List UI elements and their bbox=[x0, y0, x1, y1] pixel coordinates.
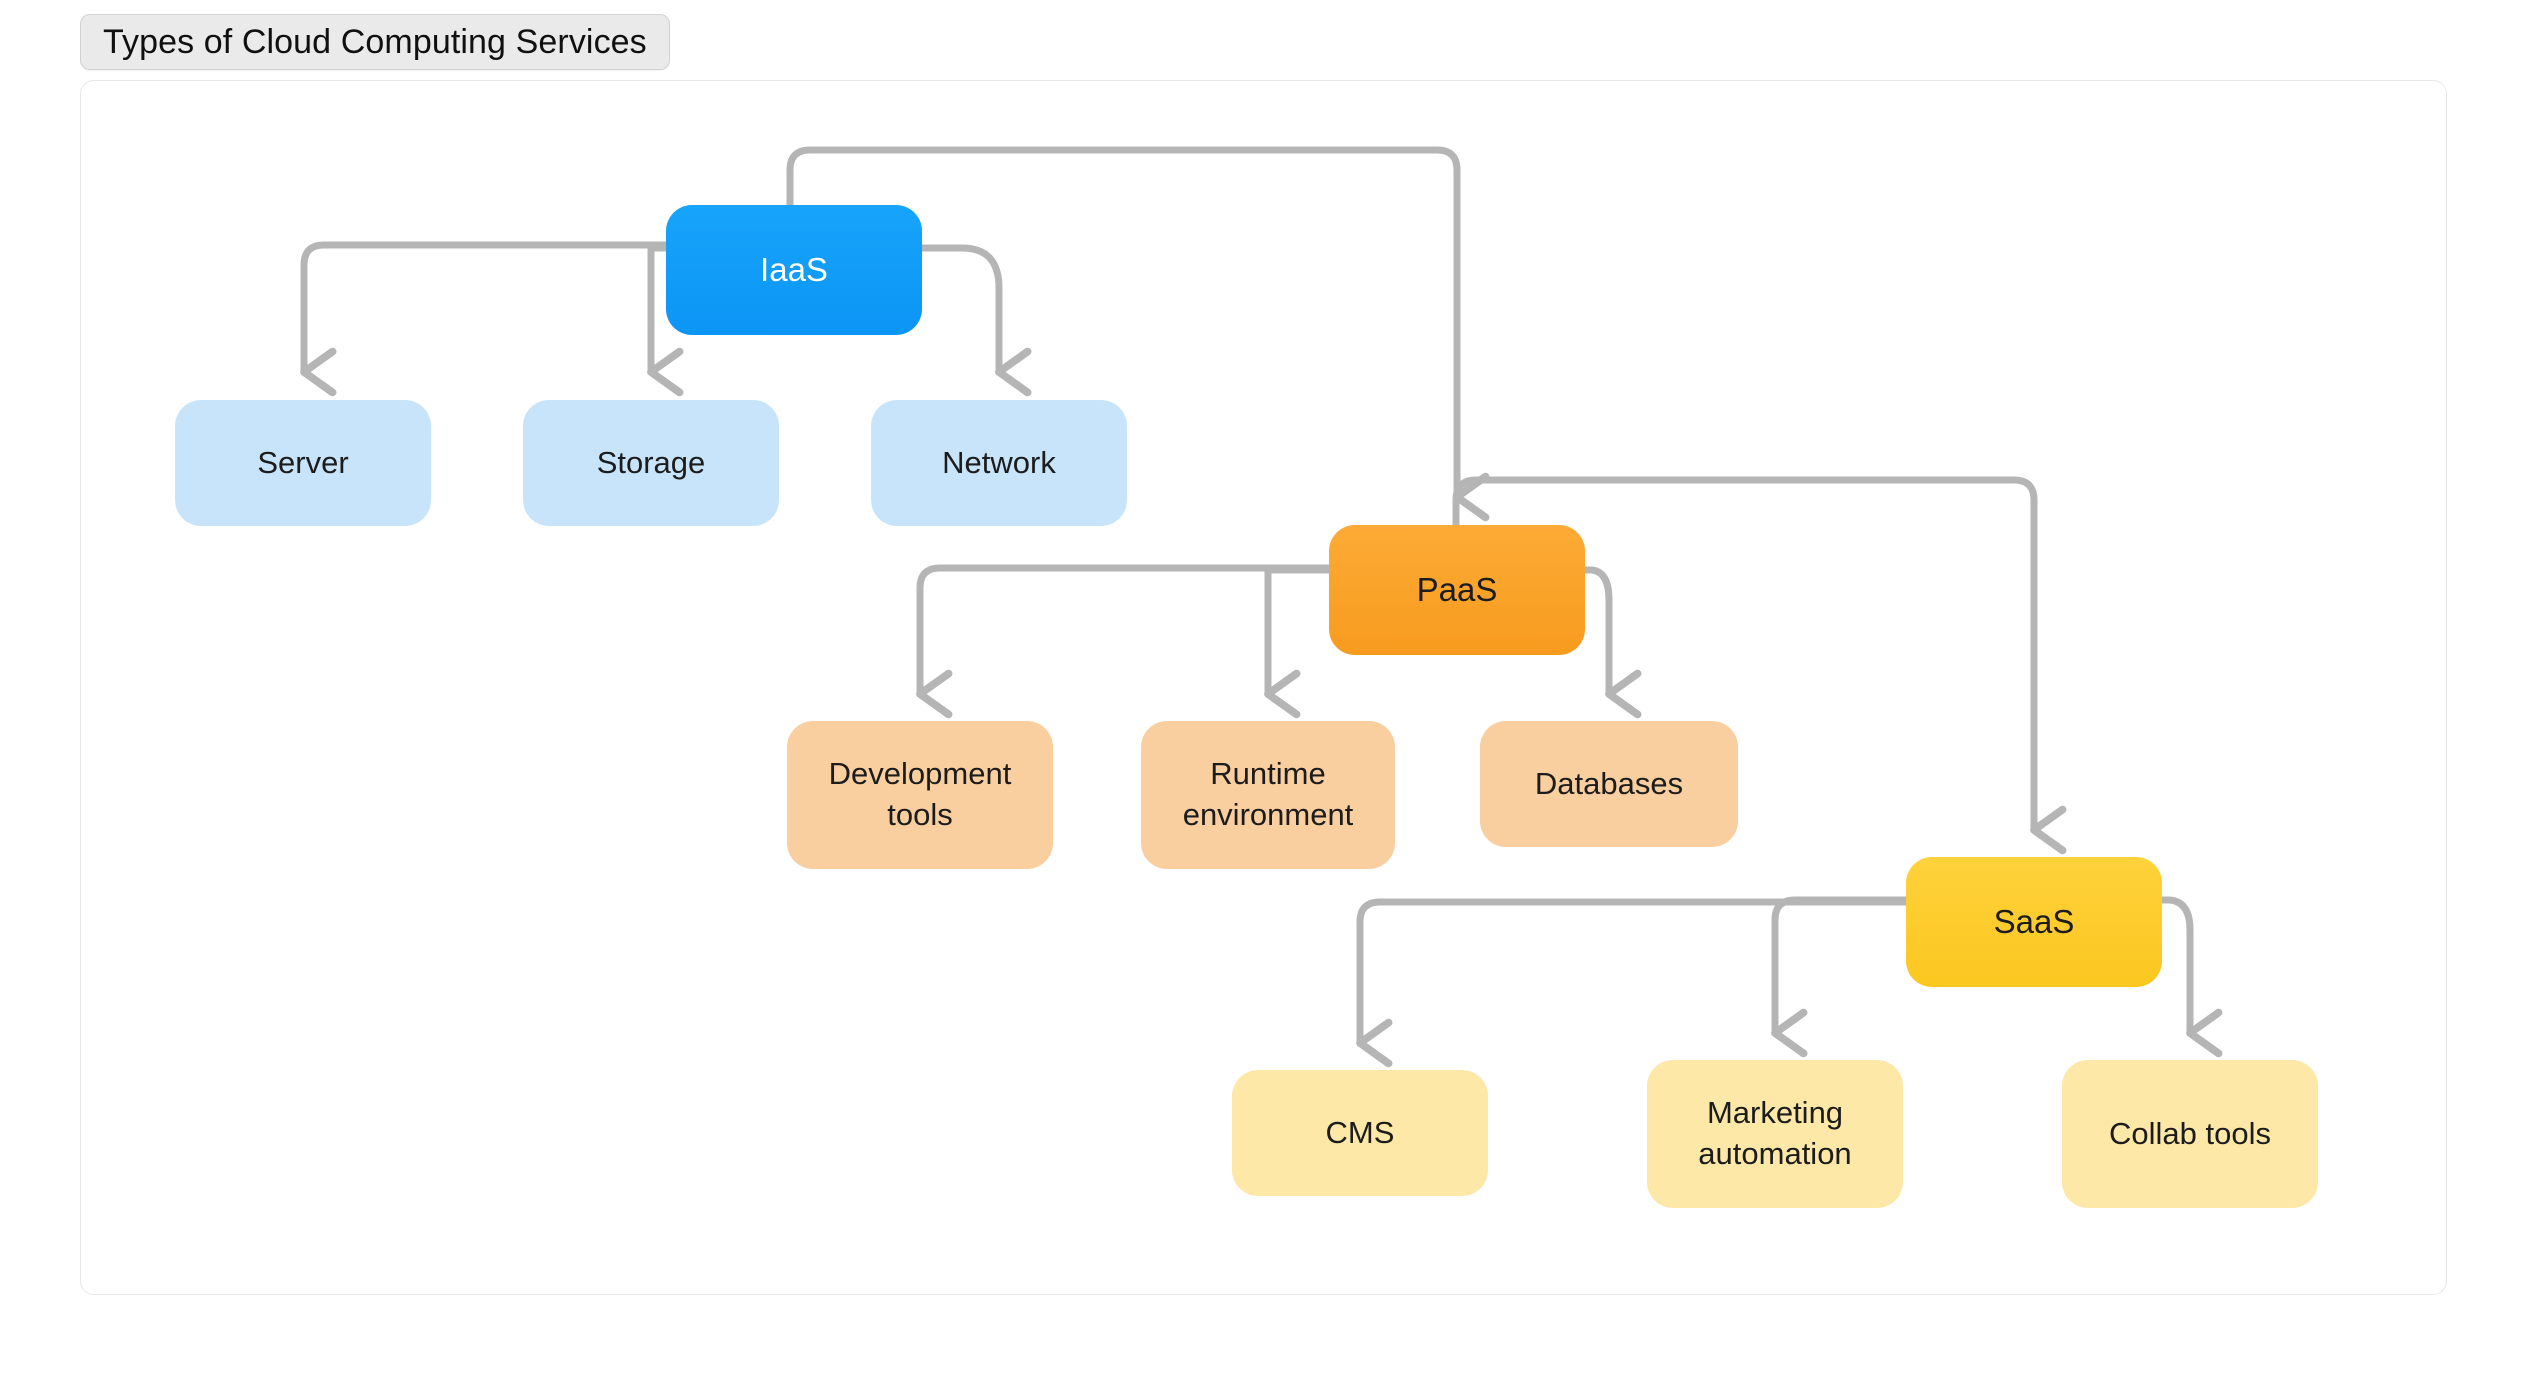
node-label-databases: Databases bbox=[1534, 765, 1684, 801]
node-collab[interactable]: Collab tools bbox=[2062, 1060, 2318, 1208]
node-label-runtime: Runtime environment bbox=[1182, 756, 1354, 832]
node-marketing[interactable]: Marketing automation bbox=[1647, 1060, 1903, 1208]
node-saas[interactable]: SaaS bbox=[1906, 857, 2162, 987]
node-label-saas: SaaS bbox=[1993, 903, 2075, 941]
node-paas[interactable]: PaaS bbox=[1329, 525, 1585, 655]
node-label-network: Network bbox=[942, 444, 1056, 480]
node-network[interactable]: Network bbox=[871, 400, 1127, 526]
node-runtime[interactable]: Runtime environment bbox=[1141, 721, 1395, 869]
node-label-iaas: IaaS bbox=[760, 251, 828, 289]
node-label-collab: Collab tools bbox=[2109, 1115, 2271, 1151]
node-label-marketing: Marketing automation bbox=[1698, 1095, 1852, 1171]
diagram-title-tab[interactable]: Types of Cloud Computing Services bbox=[80, 14, 670, 70]
node-label-storage: Storage bbox=[596, 444, 706, 480]
node-label-devtools: Development tools bbox=[828, 756, 1012, 832]
node-label-paas: PaaS bbox=[1416, 571, 1498, 609]
node-cms[interactable]: CMS bbox=[1232, 1070, 1488, 1196]
node-databases[interactable]: Databases bbox=[1480, 721, 1738, 847]
node-iaas[interactable]: IaaS bbox=[666, 205, 922, 335]
diagram-page: Types of Cloud Computing Services IaaS Se… bbox=[0, 0, 2528, 1376]
node-server[interactable]: Server bbox=[175, 400, 431, 526]
node-storage[interactable]: Storage bbox=[523, 400, 779, 526]
page-title: Types of Cloud Computing Services bbox=[103, 22, 647, 61]
node-devtools[interactable]: Development tools bbox=[787, 721, 1053, 869]
node-label-cms: CMS bbox=[1325, 1114, 1395, 1150]
node-label-server: Server bbox=[257, 444, 349, 480]
